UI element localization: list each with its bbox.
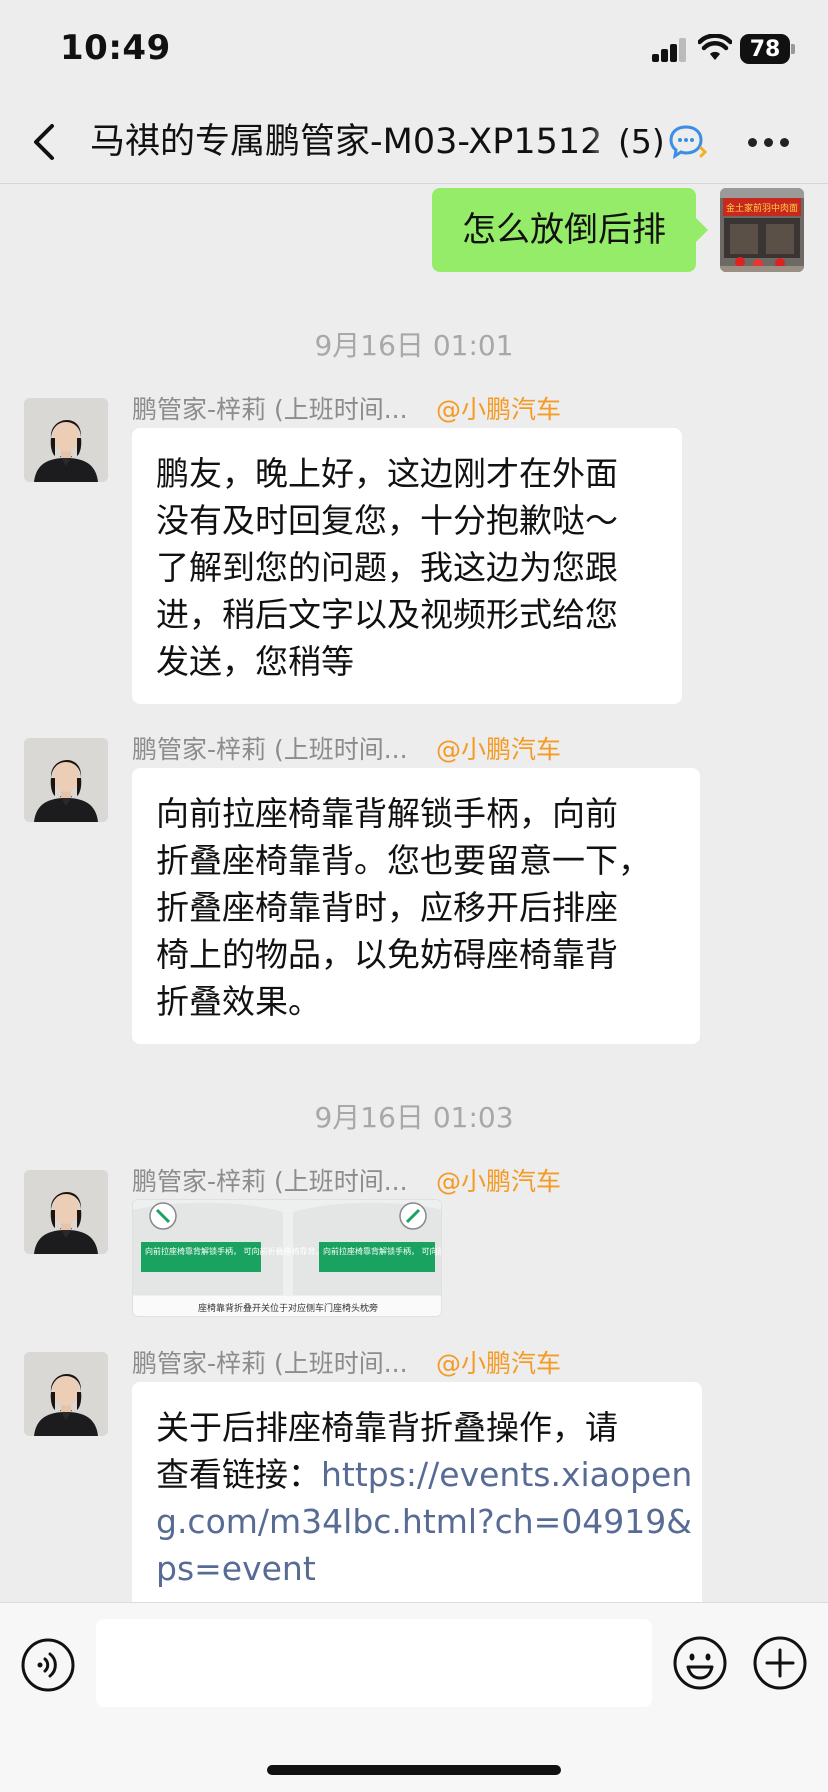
chat-title[interactable]: 马祺的专属鹏管家-M03-XP1512 bbox=[90, 118, 616, 166]
avatar[interactable] bbox=[24, 1352, 108, 1436]
message-line: 折叠效果。 bbox=[156, 982, 321, 1021]
incoming-message-bubble[interactable]: 关于后排座椅靠背折叠操作，请 查看链接：https://events.xiaop… bbox=[132, 1382, 702, 1622]
image-caption: 座椅靠背折叠开关位于对应侧车门座椅头枕旁 bbox=[198, 1302, 378, 1314]
agent-avatar-image bbox=[24, 738, 108, 822]
wifi-icon bbox=[698, 34, 732, 60]
sender-tag: @小鹏汽车 bbox=[436, 395, 562, 424]
image-message[interactable]: 向前拉座椅靠背解锁手柄， 可向前折叠座椅靠背。 向前拉座椅靠背解锁手柄， 可向前… bbox=[132, 1199, 442, 1317]
outgoing-message-bubble[interactable]: 怎么放倒后排 bbox=[432, 188, 708, 272]
my-avatar[interactable]: 金土家前羽中肉面 bbox=[720, 188, 804, 272]
status-time: 10:49 bbox=[60, 28, 171, 68]
chat-bubble-icon[interactable] bbox=[668, 124, 708, 160]
incoming-message-bubble[interactable]: 向前拉座椅靠背解锁手柄，向前 折叠座椅靠背。您也要留意一下， 折叠座椅靠背时，应… bbox=[132, 768, 700, 1044]
message-line: 查看链接： bbox=[156, 1455, 321, 1494]
sender-tag: @小鹏汽车 bbox=[436, 735, 562, 764]
home-indicator bbox=[267, 1765, 561, 1775]
member-count: (5) bbox=[618, 122, 665, 161]
message-line: 向前拉座椅靠背解锁手柄，向前 bbox=[156, 794, 618, 833]
sender-name: 鹏管家-梓莉 (上班时间... bbox=[132, 395, 408, 424]
signal-icon bbox=[652, 38, 688, 62]
input-bar bbox=[0, 1602, 828, 1792]
more-dots-icon[interactable] bbox=[742, 122, 796, 162]
message-line: 发送，您稍等 bbox=[156, 642, 354, 681]
avatar[interactable] bbox=[24, 1170, 108, 1254]
message-line: 椅上的物品，以免妨碍座椅靠背 bbox=[156, 935, 618, 974]
sender-name: 鹏管家-梓莉 (上班时间... bbox=[132, 1167, 408, 1196]
avatar[interactable] bbox=[24, 398, 108, 482]
storefront-sign-text: 金土家前羽中肉面 bbox=[726, 202, 798, 214]
agent-avatar-image bbox=[24, 1352, 108, 1436]
message-line: 关于后排座椅靠背折叠操作，请 bbox=[156, 1408, 618, 1447]
chevron-left-icon[interactable] bbox=[22, 118, 70, 166]
sender-name: 鹏管家-梓莉 (上班时间... bbox=[132, 1349, 408, 1378]
event-link[interactable]: ps=event bbox=[156, 1545, 678, 1592]
battery-icon: 78 bbox=[740, 34, 796, 64]
avatar[interactable] bbox=[24, 738, 108, 822]
timestamp: 9月16日 01:03 bbox=[314, 1101, 514, 1134]
message-line: 进，稍后文字以及视频形式给您 bbox=[156, 595, 618, 634]
event-link[interactable]: https://events.xiaopen bbox=[321, 1455, 692, 1494]
image-label-right: 向前拉座椅靠背解锁手柄， 可向前折叠座椅靠背。 bbox=[323, 1246, 442, 1256]
seat-fold-instruction-image: 向前拉座椅靠背解锁手柄， 可向前折叠座椅靠背。 向前拉座椅靠背解锁手柄， 可向前… bbox=[133, 1200, 442, 1316]
message-line: 折叠座椅靠背。您也要留意一下， bbox=[156, 841, 651, 880]
message-line: 没有及时回复您，十分抱歉哒～ bbox=[156, 501, 618, 540]
message-line: 了解到您的问题，我这边为您跟 bbox=[156, 548, 618, 587]
incoming-message-bubble[interactable]: 鹏友，晚上好，这边刚才在外面 没有及时回复您，十分抱歉哒～ 了解到您的问题，我这… bbox=[132, 428, 682, 704]
emoji-icon[interactable] bbox=[672, 1635, 728, 1691]
status-bar: 10:49 78 bbox=[0, 0, 828, 100]
image-label-left: 向前拉座椅靠背解锁手柄， 可向前折叠座椅靠背。 bbox=[145, 1246, 324, 1256]
chat-title-text: 马祺的专属鹏管家-M03-XP1512 bbox=[90, 122, 603, 162]
sender-name: 鹏管家-梓莉 (上班时间... bbox=[132, 735, 408, 764]
storefront-avatar-image: 金土家前羽中肉面 bbox=[720, 188, 804, 272]
message-line: 鹏友，晚上好，这边刚才在外面 bbox=[156, 454, 618, 493]
agent-avatar-image bbox=[24, 398, 108, 482]
sender-tag: @小鹏汽车 bbox=[436, 1349, 562, 1378]
voice-icon[interactable] bbox=[20, 1637, 76, 1693]
message-line: 折叠座椅靠背时，应移开后排座 bbox=[156, 888, 618, 927]
plus-icon[interactable] bbox=[752, 1635, 808, 1691]
timestamp: 9月16日 01:01 bbox=[314, 329, 514, 362]
event-link[interactable]: g.com/m34lbc.html?ch=04919& bbox=[156, 1498, 692, 1545]
sender-tag: @小鹏汽车 bbox=[436, 1167, 562, 1196]
outgoing-message-text: 怎么放倒后排 bbox=[462, 210, 666, 250]
chat-header: 马祺的专属鹏管家-M03-XP1512 (5) bbox=[0, 100, 828, 184]
battery-level: 78 bbox=[740, 34, 790, 64]
agent-avatar-image bbox=[24, 1170, 108, 1254]
message-input[interactable] bbox=[96, 1619, 652, 1707]
